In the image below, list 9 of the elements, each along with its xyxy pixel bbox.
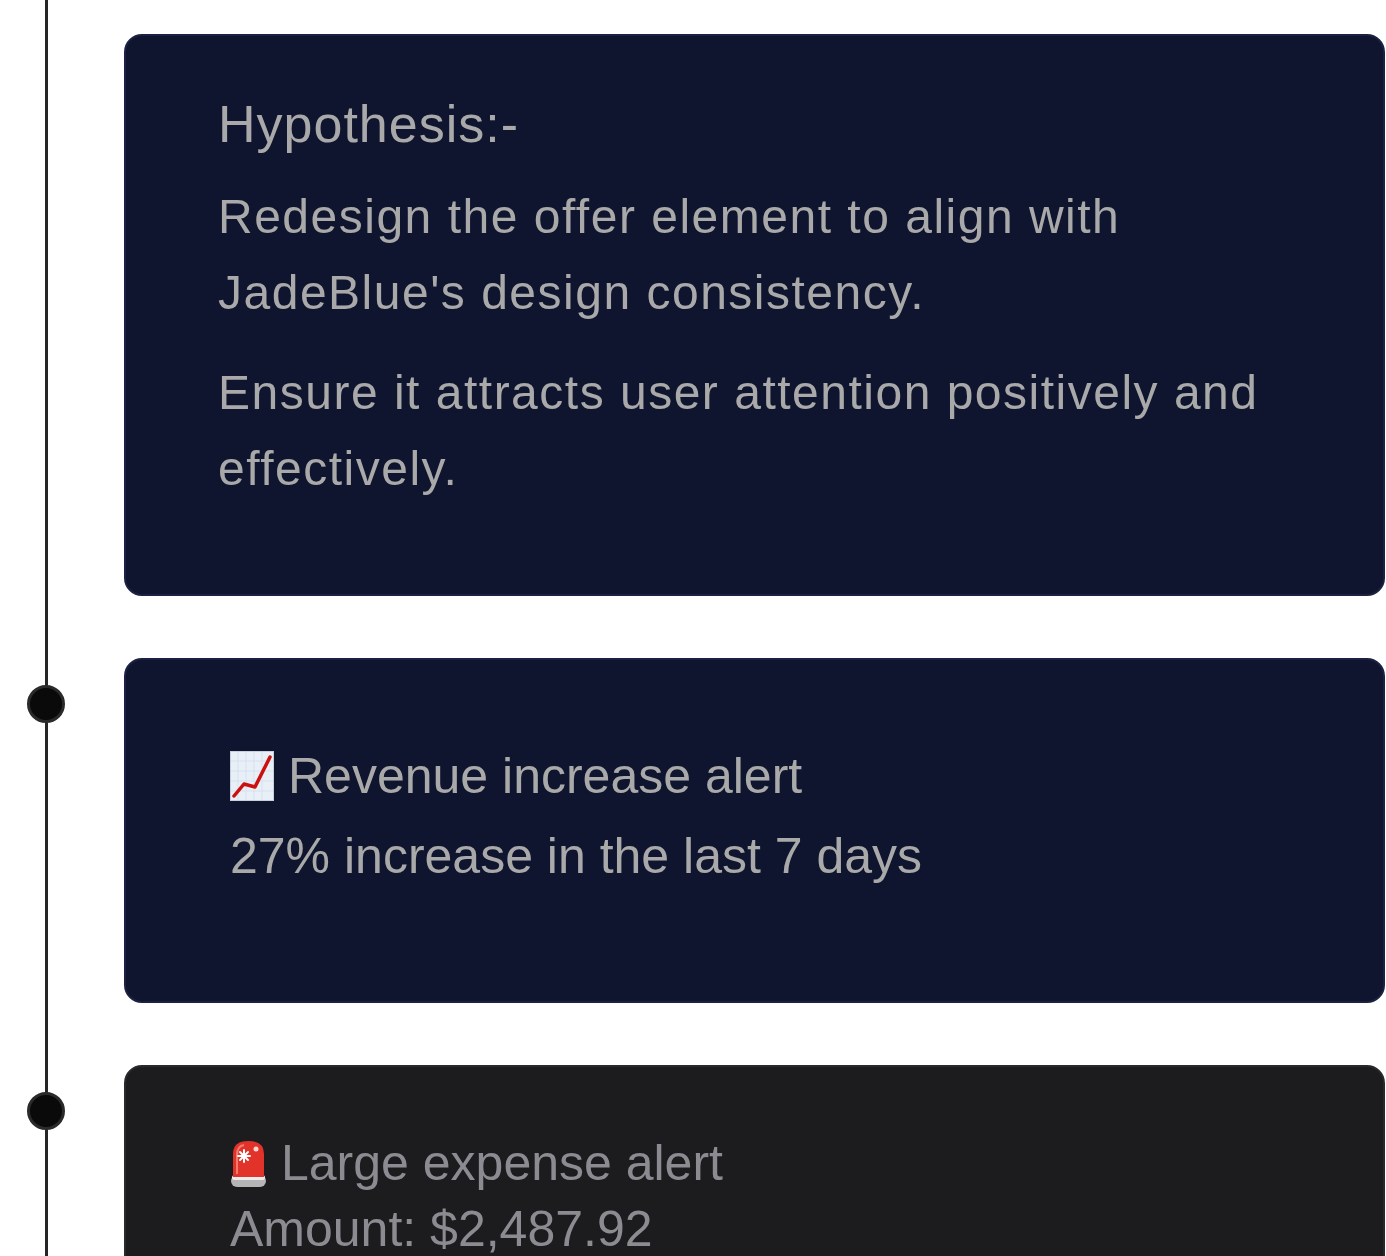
card-paragraph: Ensure it attracts user attention positively and effectively. xyxy=(218,365,1260,497)
siren-icon xyxy=(230,1139,267,1187)
line-chart-icon xyxy=(230,751,274,801)
alert-title: Revenue increase alert xyxy=(288,747,803,806)
card-title: Hypothesis:- xyxy=(218,94,520,155)
alert-detail: 27% increase in the last 7 days xyxy=(230,827,923,886)
alert-title: Large expense alert xyxy=(281,1134,723,1193)
card-paragraph: Redesign the offer element to align with JadeBlue's design consistency. xyxy=(218,189,1122,321)
alert-detail: Amount: $2,487.92 xyxy=(230,1203,653,1255)
